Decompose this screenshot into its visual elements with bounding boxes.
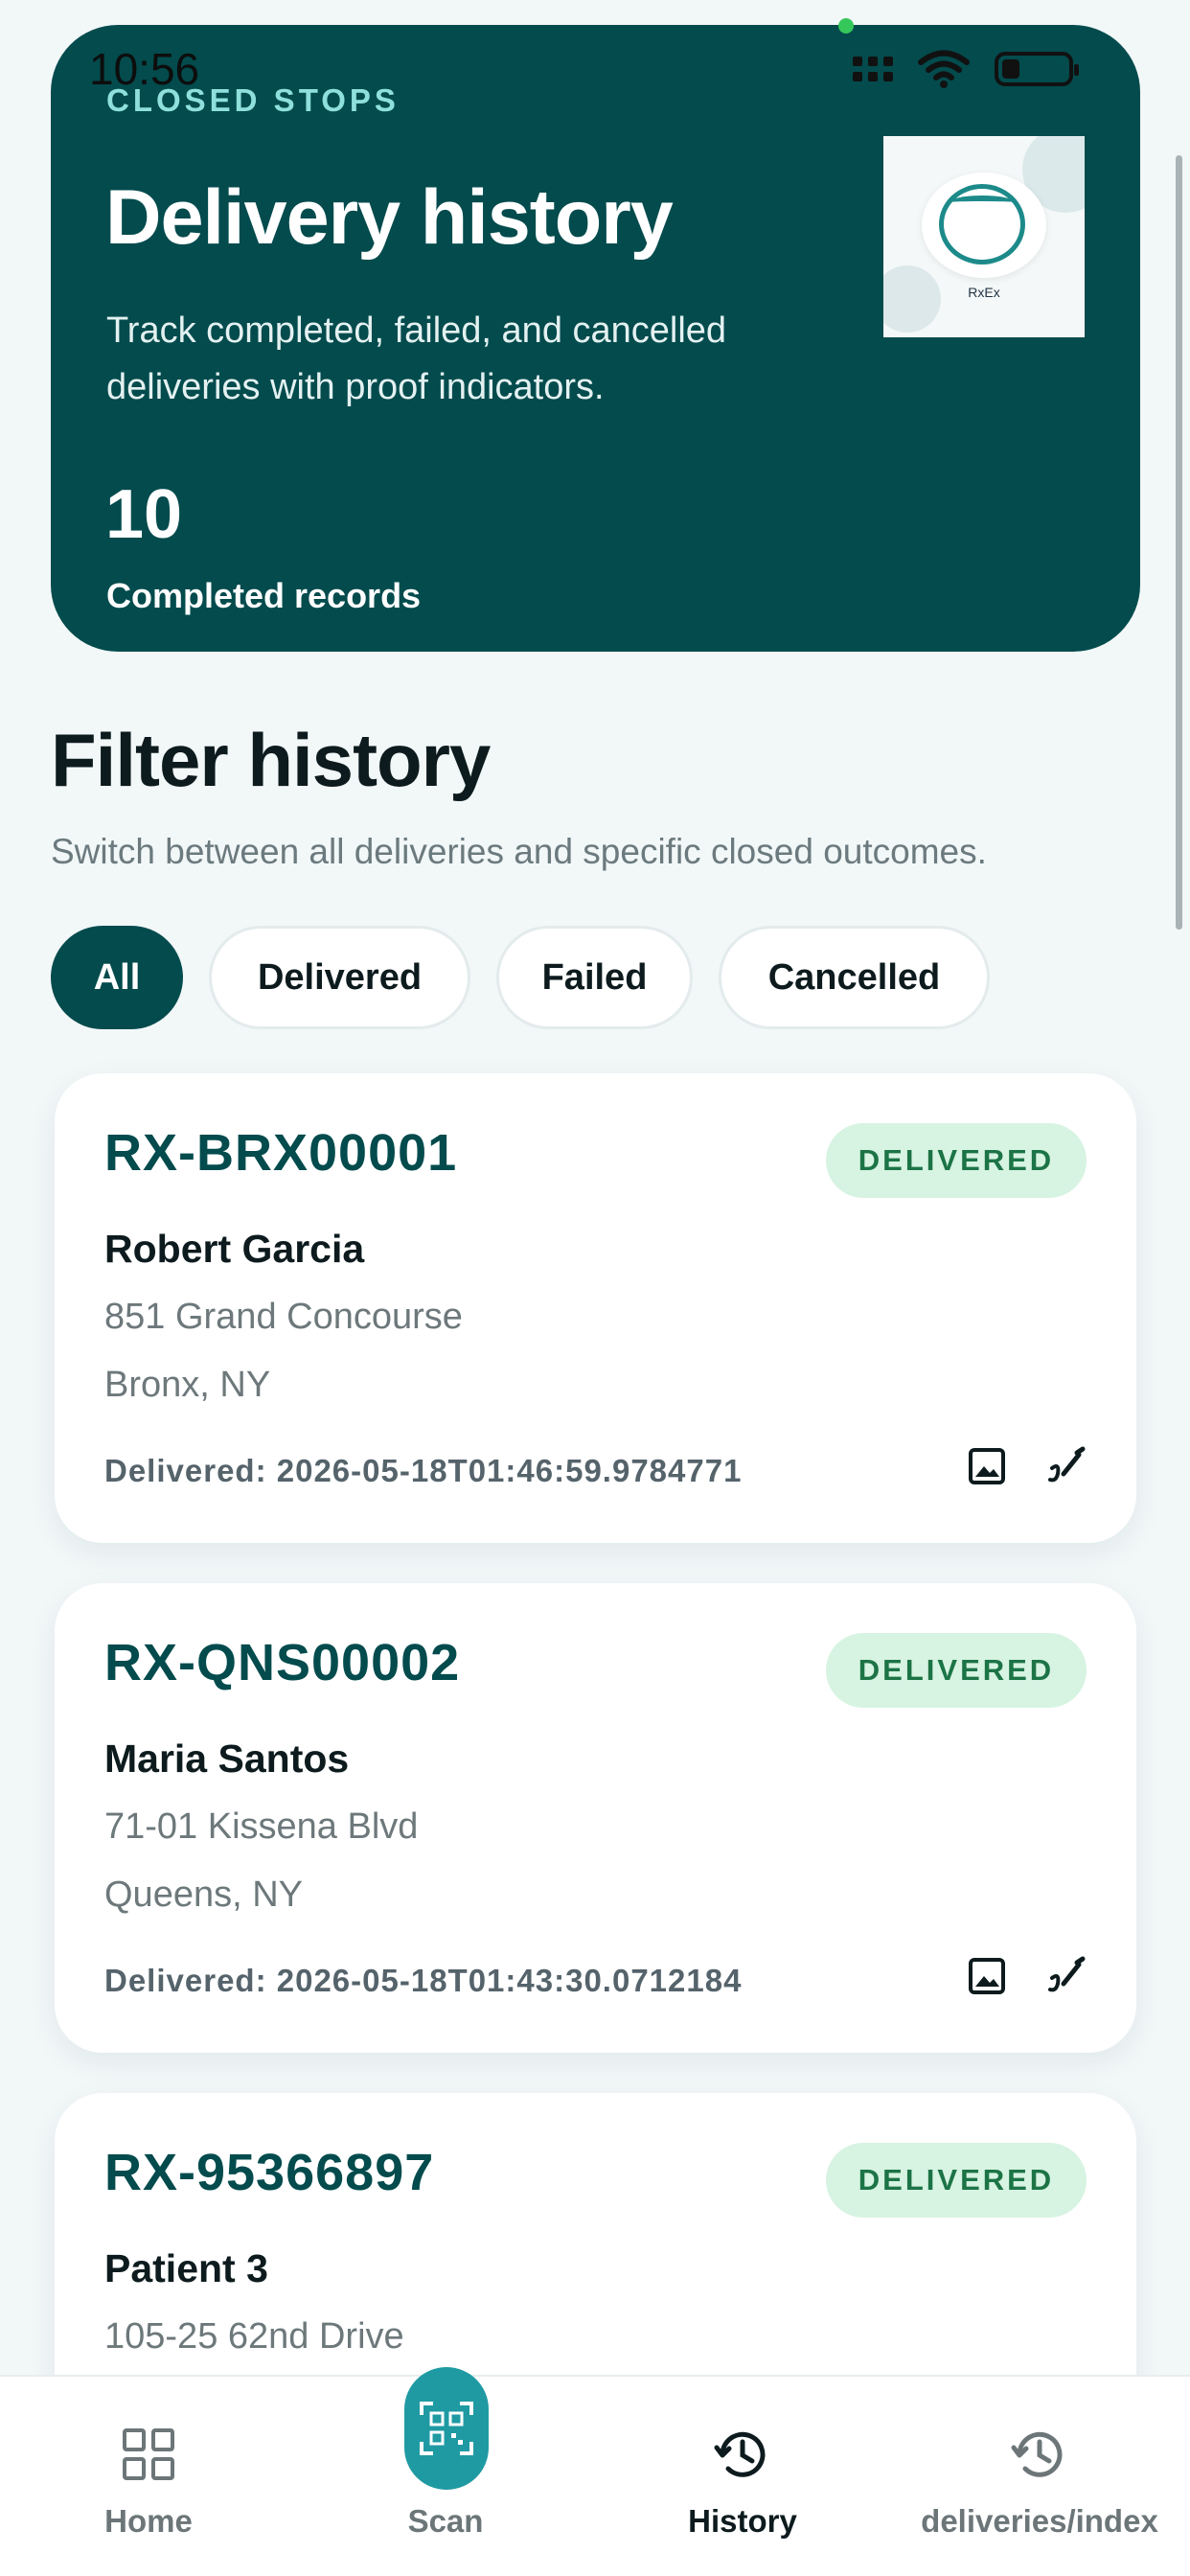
filter-chip-delivered[interactable]: Delivered: [209, 926, 470, 1029]
nav-label: Scan: [407, 2503, 484, 2539]
delivery-history-screen: CLOSED STOPS Delivery history Track comp…: [0, 0, 1190, 2576]
cellular-signal-icon: [853, 57, 893, 81]
delivered-timestamp: Delivered: 2026-05-18T01:43:30.0712184: [104, 1963, 743, 1998]
patient-name: Patient 3: [104, 2246, 268, 2290]
logo-text: RxEx: [968, 285, 1000, 300]
bottom-nav: Home Scan History deliveries/index: [0, 2375, 1190, 2576]
scan-button[interactable]: [404, 2367, 489, 2490]
nav-deliveries-index[interactable]: deliveries/index: [910, 2377, 1169, 2576]
photo-proof-icon: [969, 1448, 1005, 1484]
hero-description: Track completed, failed, and cancelled d…: [106, 310, 727, 407]
proof-indicators: [966, 1445, 1087, 1487]
patient-name: Maria Santos: [104, 1736, 350, 1781]
app-logo: RxEx: [883, 136, 1085, 337]
nav-label: History: [688, 2503, 797, 2539]
delivery-id: RX-BRX00001: [104, 1124, 458, 1182]
page-title: Delivery history: [105, 174, 674, 261]
filter-chip-all[interactable]: All: [51, 926, 183, 1029]
photo-proof-icon: [969, 1958, 1005, 1994]
delivery-city: Bronx, NY: [104, 1365, 271, 1405]
filter-subtitle: Switch between all deliveries and specif…: [51, 832, 987, 871]
status-badge: DELIVERED: [826, 2143, 1087, 2218]
filter-title: Filter history: [51, 718, 491, 802]
qr-scan-icon: [420, 2402, 473, 2455]
signature-proof-icon: [1048, 1446, 1086, 1483]
privacy-indicator-icon: [838, 18, 854, 34]
nav-label: deliveries/index: [921, 2503, 1158, 2539]
delivery-city: Queens, NY: [104, 1874, 303, 1915]
grid-icon: [123, 2428, 174, 2480]
completed-count: 10: [105, 476, 183, 553]
proof-indicators: [966, 1955, 1087, 1997]
delivery-id: RX-95366897: [104, 2144, 435, 2201]
filter-chip-cancelled[interactable]: Cancelled: [719, 926, 990, 1029]
filter-chip-failed[interactable]: Failed: [496, 926, 693, 1029]
delivery-address: 851 Grand Concourse: [104, 1297, 463, 1337]
scrollbar[interactable]: [1176, 155, 1182, 930]
status-badge: DELIVERED: [826, 1633, 1087, 1708]
signature-proof-icon: [1048, 1956, 1086, 1992]
wifi-icon: [918, 50, 970, 88]
patient-name: Robert Garcia: [104, 1227, 365, 1271]
nav-history[interactable]: History: [671, 2377, 814, 2576]
delivery-address: 105-25 62nd Drive: [104, 2316, 404, 2357]
filter-chips: All Delivered Failed Cancelled: [51, 926, 990, 1029]
status-time: 10:56: [89, 44, 200, 94]
delivery-address: 71-01 Kissena Blvd: [104, 1806, 419, 1847]
history-icon: [1011, 2431, 1063, 2477]
status-badge: DELIVERED: [826, 1123, 1087, 1198]
history-icon: [714, 2431, 766, 2477]
hero-card: CLOSED STOPS Delivery history Track comp…: [51, 25, 1140, 652]
status-icons: [853, 50, 1079, 88]
delivery-id: RX-QNS00002: [104, 1634, 461, 1691]
nav-home[interactable]: Home: [91, 2377, 206, 2576]
nav-label: Home: [104, 2503, 193, 2539]
completed-count-label: Completed records: [106, 576, 422, 615]
delivery-card[interactable]: RX-BRX00001 DELIVERED Robert Garcia 851 …: [55, 1073, 1136, 1543]
delivered-timestamp: Delivered: 2026-05-18T01:46:59.9784771: [104, 1453, 743, 1488]
delivery-card[interactable]: RX-QNS00002 DELIVERED Maria Santos 71-01…: [55, 1583, 1136, 2053]
battery-icon: [995, 52, 1079, 86]
